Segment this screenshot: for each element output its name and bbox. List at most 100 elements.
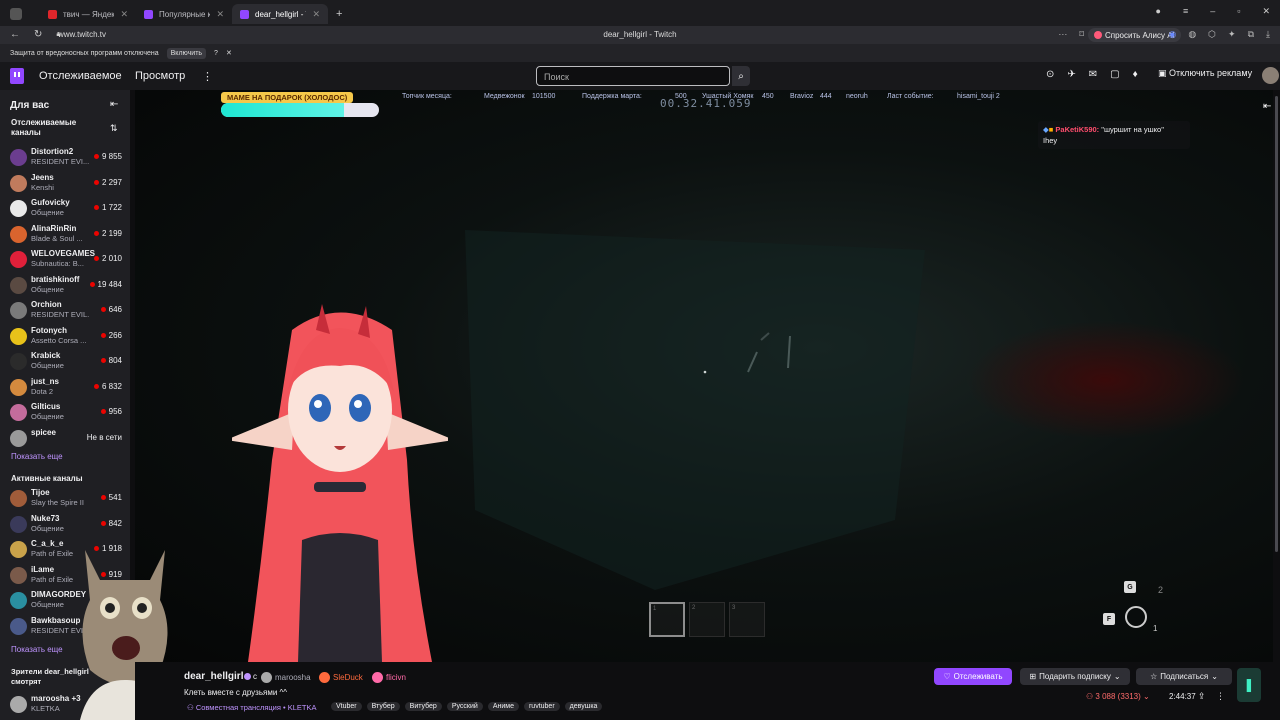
more-options-icon[interactable]: ⋮ [1216,691,1225,702]
collab-channel[interactable]: maroosha [261,672,311,683]
tab-close-icon[interactable]: ✕ [216,9,224,20]
drops-icon[interactable]: ✈ [1067,69,1075,80]
sort-icon[interactable]: ⇅ [110,123,118,134]
downloads-icon[interactable]: ⧉ [1248,29,1254,40]
stream-category[interactable]: ⚇ Совместная трансляция • KLETKA [187,703,316,712]
nav-more-icon[interactable]: ⋮ [202,70,213,83]
channel-game: Общение [31,412,64,421]
browser-tab[interactable]: твич — Яндекс: нашлось ✕ [40,4,136,24]
whispers-icon[interactable]: ▢ [1110,69,1119,80]
collab-avatar [319,672,330,683]
stream-tag[interactable]: Аниме [487,702,519,711]
show-more-followed[interactable]: Показать еще [11,452,63,461]
inbox-icon[interactable]: ✉ [1089,69,1097,80]
stream-tag[interactable]: Витубер [404,702,442,711]
channel-viewers: 9 855 [94,152,122,161]
chevron-down-icon: ⌄ [1113,672,1121,681]
collab-channel[interactable]: flicivn [372,672,406,683]
channel-avatar [10,617,27,635]
crown-icon[interactable]: ⊙ [1046,69,1054,80]
infobar-close-icon[interactable]: ✕ [226,49,232,57]
turn-off-ads-button[interactable]: ▣ Отключить рекламу [1158,68,1252,79]
page-scrollbar[interactable] [1275,96,1278,552]
globe-icon[interactable]: ◍ [1188,29,1196,40]
channel-avatar [10,541,27,558]
url-field[interactable]: www.twitch.tv [58,30,106,39]
enable-protection-button[interactable]: Включить [166,47,207,59]
browser-menu[interactable] [4,4,28,24]
search-button[interactable]: ⌕ [732,66,750,86]
sidebar-channel[interactable]: Tijoe Slay the Spire II 541 [10,487,124,511]
browser-tab[interactable]: dear_hellgirl - Twitch ✕ [232,4,328,24]
user-avatar[interactable] [1262,67,1279,84]
collab-channel[interactable]: SleDuck [319,672,363,683]
reload-icon[interactable]: ↻ [34,29,42,40]
stream-tag[interactable]: Втубер [366,702,400,711]
viewers-icon: ⚇ [1086,692,1096,701]
alisa-button[interactable]: Спросить Алису AI [1088,28,1181,42]
vpn-icon[interactable]: ◉ [1168,29,1176,40]
profile-icon[interactable]: ● [1156,6,1161,17]
sidebar-channel[interactable]: Gufovicky Общение 1 722 [10,197,124,221]
sidebar-channel[interactable]: just_ns Dota 2 6 832 [10,376,124,400]
channel-avatar [10,200,27,217]
sidebar-channel[interactable]: Jeens Kenshi 2 297 [10,172,124,196]
sidebar-channel[interactable]: Nuke73 Общение 842 [10,513,124,537]
channel-name: Tijoe [31,488,50,497]
nav-browse[interactable]: Просмотр [135,70,185,82]
stream-tag[interactable]: Vtuber [331,702,362,711]
gift-sub-button[interactable]: ⊞ Подарить подписку ⌄ [1020,668,1130,685]
sidebar-channel[interactable]: Distortion2 RESIDENT EVI... 9 855 [10,146,124,170]
download-icon[interactable]: ⤓ [1266,29,1270,40]
stream-tag[interactable]: Русский [446,702,483,711]
sidebar-title: Для вас [10,100,50,111]
follow-button[interactable]: ♡ Отслеживать [934,668,1012,685]
sidebar-channel[interactable]: Krabick Общение 804 [10,350,124,374]
twitch-logo-icon[interactable] [10,68,24,84]
collapse-sidebar-icon[interactable]: ⇤ [110,99,118,110]
browser-tab[interactable]: Популярные каналы - Twi ✕ [136,4,232,24]
tab-title: dear_hellgirl - Twitch [255,9,306,19]
more-icon[interactable]: ··· [1058,29,1067,40]
extension-badge-icon[interactable]: ❚ [1237,668,1261,702]
subscribe-button[interactable]: ☆ Подписаться ⌄ [1136,668,1232,685]
sidebar-channel[interactable]: Fotonych Assetto Corsa ... 266 [10,325,124,349]
tab-favicon-icon [144,9,153,19]
extension-icon[interactable]: ⬡ [1208,29,1216,40]
bookmark-icon[interactable]: ⌑ [1079,29,1084,40]
show-more-active[interactable]: Показать еще [11,645,63,654]
stream-tag[interactable]: девушка [564,702,603,711]
channel-avatar [10,490,27,507]
followed-header: Отслеживаемые каналы [11,118,77,137]
sidebar-channel[interactable]: Orchion RESIDENT EVIL... 646 [10,299,124,323]
tab-close-icon[interactable]: ✕ [312,9,320,20]
sidebar-channel[interactable]: bratishkinoff Общение 19 484 [10,274,124,298]
progress-fill [221,103,345,117]
new-tab-button[interactable]: + [328,4,350,24]
minimize-icon[interactable]: – [1210,6,1215,17]
stream-tags: Vtuber Втубер Витубер Русский Аниме ruvtuber д… [331,702,603,711]
streamer-name[interactable]: dear_hellgirl [184,671,243,682]
nav-following[interactable]: Отслеживаемое [39,70,122,82]
back-icon[interactable]: ← [10,29,20,40]
sidebar-channel[interactable]: Gilticus Общение 956 [10,401,124,425]
expand-chat-icon[interactable]: ⇤ [1263,101,1271,112]
inventory-slot: 2 [689,602,725,637]
sidebar-channel[interactable]: AlinaRinRin Blade & Soul ... 2 199 [10,223,124,247]
notifications-icon[interactable]: ♦ [1133,69,1138,80]
extensions-icon[interactable]: ✦ [1228,29,1236,40]
maximize-icon[interactable]: ▫ [1237,6,1240,17]
close-icon[interactable]: ✕ [1262,6,1270,17]
tab-title: твич — Яндекс: нашлось [63,9,115,19]
tab-close-icon[interactable]: ✕ [120,9,128,20]
menu-icon[interactable]: ≡ [1183,6,1188,17]
help-icon[interactable]: ? [214,50,218,57]
channel-name: WELOVEGAMES [31,249,95,258]
channel-avatar [10,515,27,533]
share-icon[interactable]: ⇪ [1198,691,1206,702]
search-icon: ⌕ [738,70,744,82]
sidebar-channel[interactable]: WELOVEGAMES Subnautica: B... 2 010 [10,248,124,272]
stream-tag[interactable]: ruvtuber [523,702,560,711]
search-input[interactable]: Поиск [536,66,730,86]
sidebar-channel[interactable]: spicee Не в сети [10,427,124,451]
